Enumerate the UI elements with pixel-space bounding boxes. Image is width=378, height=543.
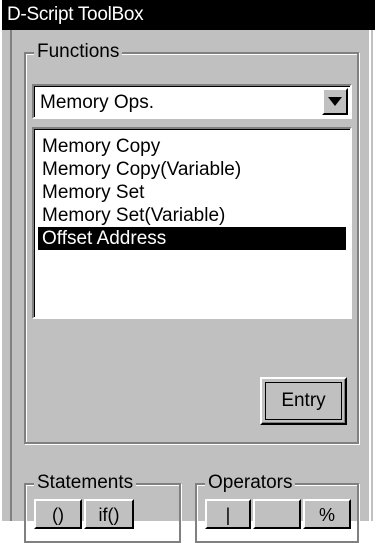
list-item-memory-set[interactable]: Memory Set [38, 181, 346, 204]
functions-legend: Functions [34, 41, 123, 63]
if-statement-button[interactable]: if() [84, 499, 134, 529]
statements-legend: Statements [34, 472, 137, 494]
entry-button[interactable]: Entry [260, 377, 347, 425]
list-item-memory-set-variable[interactable]: Memory Set(Variable) [38, 204, 346, 227]
operators-legend: Operators [205, 472, 296, 494]
window-title[interactable]: D-Script ToolBox [2, 0, 375, 30]
operator-or-button[interactable]: | [205, 499, 251, 529]
entry-button-label: Entry [281, 390, 326, 411]
chevron-down-icon[interactable] [322, 88, 348, 115]
paren-statement-button[interactable]: () [34, 499, 82, 529]
function-category-value: Memory Ops. [40, 92, 155, 113]
operator-mod-button[interactable]: % [303, 499, 351, 529]
list-item-memory-copy[interactable]: Memory Copy [38, 135, 346, 158]
function-category-select[interactable]: Memory Ops. [32, 84, 352, 119]
operator-blank-button[interactable] [253, 499, 301, 529]
list-item-memory-copy-variable[interactable]: Memory Copy(Variable) [38, 158, 346, 181]
function-list[interactable]: Memory Copy Memory Copy(Variable) Memory… [32, 127, 352, 319]
list-item-offset-address[interactable]: Offset Address [38, 227, 346, 250]
dscript-toolbox-window: D-Script ToolBox Functions Memory Ops. M… [0, 0, 375, 543]
